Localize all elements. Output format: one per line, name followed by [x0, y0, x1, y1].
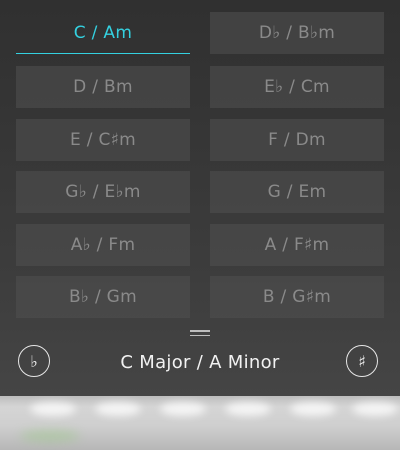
key-button-c-am[interactable]: C / Am [16, 12, 190, 54]
flat-button[interactable]: ♭ [18, 345, 50, 377]
background-light [30, 402, 76, 416]
key-button-a-fsm[interactable]: A / F♯m [210, 224, 384, 266]
key-picker-panel: C / Am D♭ / B♭m D / Bm E♭ / Cm E / C♯m F… [0, 0, 400, 396]
key-button-d-bm[interactable]: D / Bm [16, 66, 190, 108]
key-button-g-em[interactable]: G / Em [210, 171, 384, 213]
key-button-bb-gm[interactable]: B♭ / Gm [16, 276, 190, 318]
current-key-title: C Major / A Minor [120, 352, 280, 373]
sharp-icon: ♯ [358, 351, 366, 371]
drag-handle-icon[interactable] [190, 330, 210, 338]
blurred-background [0, 396, 400, 450]
background-light [225, 402, 271, 416]
key-button-gb-ebm[interactable]: G♭ / E♭m [16, 171, 190, 213]
flat-icon: ♭ [30, 351, 38, 371]
key-button-f-dm[interactable]: F / Dm [210, 119, 384, 161]
key-button-b-gsm[interactable]: B / G♯m [210, 276, 384, 318]
key-button-ab-fm[interactable]: A♭ / Fm [16, 224, 190, 266]
background-light [290, 402, 336, 416]
background-light [352, 402, 398, 416]
key-button-db-bbm[interactable]: D♭ / B♭m [210, 12, 384, 54]
sharp-button[interactable]: ♯ [346, 345, 378, 377]
background-light [160, 402, 206, 416]
key-button-eb-cm[interactable]: E♭ / Cm [210, 66, 384, 108]
handle-line [190, 330, 210, 332]
background-green-glow [20, 430, 80, 442]
key-button-e-csm[interactable]: E / C♯m [16, 119, 190, 161]
handle-line [190, 334, 210, 336]
background-light [95, 402, 141, 416]
